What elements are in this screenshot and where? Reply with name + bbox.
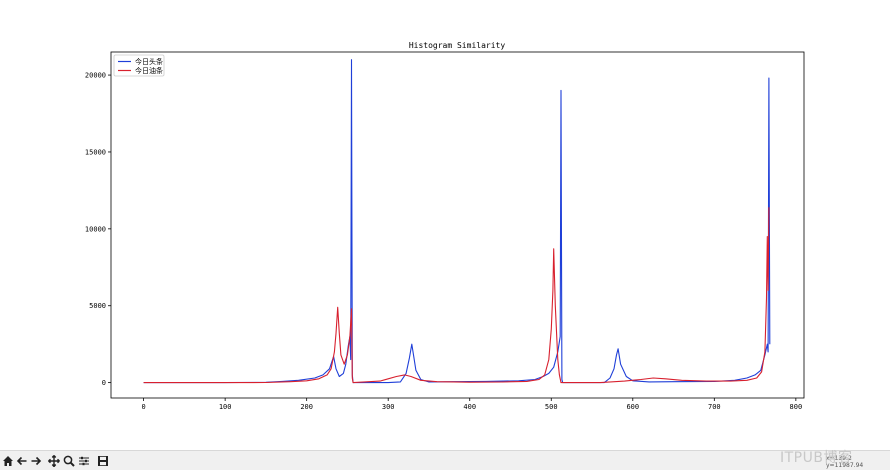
save-icon: [98, 455, 108, 466]
zoom-icon: [63, 455, 75, 467]
x-tick-label: 100: [219, 403, 232, 411]
zoom-button[interactable]: [62, 453, 76, 468]
pan-icon: [48, 454, 60, 467]
x-tick-label: 800: [790, 403, 803, 411]
forward-button[interactable]: [29, 453, 43, 468]
legend: 今日头条今日油条: [113, 54, 165, 77]
x-tick-label: 200: [300, 403, 313, 411]
legend-label-2: 今日油条: [135, 66, 163, 75]
x-tick-label: 300: [382, 403, 395, 411]
x-tick-label: 600: [626, 403, 639, 411]
x-tick-label: 500: [545, 403, 558, 411]
back-arrow-icon: [16, 456, 27, 465]
home-icon: [3, 455, 13, 466]
y-tick-label: 20000: [85, 72, 106, 80]
back-button[interactable]: [15, 453, 29, 468]
save-button[interactable]: [96, 453, 110, 468]
plot-area: [111, 52, 804, 398]
watermark-text: ITPUB博客: [780, 450, 853, 466]
chart-title: Histogram Similarity: [409, 41, 506, 50]
configure-subplots-icon: [79, 456, 89, 465]
forward-arrow-icon: [31, 456, 42, 465]
line-chart-figure: 0 100 200 300 400 500 600 700 800 0 5000 10000 1500…: [0, 0, 890, 450]
home-button[interactable]: [1, 453, 15, 468]
y-tick-label: 15000: [85, 148, 106, 156]
pan-button[interactable]: [47, 453, 61, 468]
navigation-toolbar: [0, 450, 890, 470]
y-tick-label: 5000: [89, 302, 106, 310]
y-tick-label: 10000: [85, 225, 106, 233]
y-tick-label: 0: [102, 379, 106, 387]
x-tick-label: 0: [142, 403, 146, 411]
x-tick-label: 700: [708, 403, 721, 411]
configure-subplots-button[interactable]: [77, 453, 91, 468]
legend-label-1: 今日头条: [135, 57, 163, 66]
x-tick-label: 400: [463, 403, 476, 411]
